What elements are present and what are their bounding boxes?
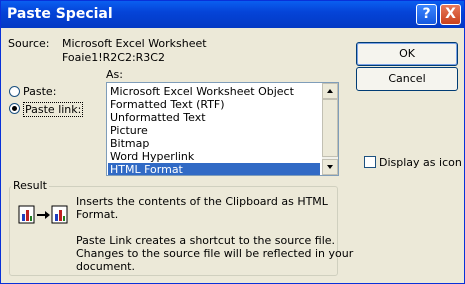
- dialog-title: Paste Special: [7, 6, 113, 22]
- format-listbox[interactable]: Microsoft Excel Worksheet Object Formatt…: [106, 82, 339, 176]
- scroll-thumb[interactable]: [322, 99, 338, 157]
- paste-link-radio-label[interactable]: Paste link:: [23, 102, 84, 117]
- list-item[interactable]: Picture: [108, 124, 320, 137]
- paste-radio[interactable]: [9, 86, 20, 97]
- title-bar[interactable]: Paste Special ? X: [1, 1, 464, 28]
- source-value-line2: Foaie1!R2C2:R3C2: [62, 51, 165, 64]
- paste-link-radio[interactable]: [9, 103, 20, 114]
- result-text-line1: Inserts the contents of the Clipboard as…: [76, 195, 328, 208]
- display-as-icon-label[interactable]: Display as icon: [379, 156, 462, 169]
- list-item[interactable]: Word Hyperlink: [108, 150, 320, 163]
- list-item[interactable]: Formatted Text (RTF): [108, 98, 320, 111]
- arrow-up-icon: [327, 89, 333, 93]
- radio-selected-dot: [12, 106, 17, 111]
- paste-link-icon: [18, 205, 68, 224]
- scroll-up-button[interactable]: [322, 83, 338, 99]
- list-item[interactable]: Unformatted Text: [108, 111, 320, 124]
- result-text-line2: Format.: [76, 208, 119, 221]
- result-text-line5: document.: [76, 260, 135, 273]
- ok-button[interactable]: OK: [356, 42, 458, 66]
- list-item[interactable]: Bitmap: [108, 137, 320, 150]
- cancel-button[interactable]: Cancel: [356, 67, 458, 91]
- display-as-icon-checkbox[interactable]: [364, 156, 376, 168]
- listbox-scrollbar[interactable]: [322, 83, 338, 175]
- paste-radio-label[interactable]: Paste:: [23, 85, 56, 98]
- result-text-line4: Changes to the source file will be refle…: [76, 247, 354, 260]
- list-item-selected[interactable]: HTML Format: [108, 163, 320, 175]
- list-item[interactable]: Microsoft Excel Worksheet Object: [108, 85, 320, 98]
- close-button[interactable]: X: [440, 4, 461, 25]
- source-value-line1: Microsoft Excel Worksheet: [62, 37, 207, 50]
- as-label: As:: [106, 68, 123, 81]
- result-text-line3: Paste Link creates a shortcut to the sou…: [76, 234, 336, 247]
- help-button[interactable]: ?: [416, 4, 437, 25]
- scroll-down-button[interactable]: [322, 159, 338, 175]
- source-label: Source:: [8, 37, 50, 50]
- paste-special-dialog: Paste Special ? X Source: Microsoft Exce…: [0, 0, 465, 284]
- arrow-down-icon: [327, 165, 333, 169]
- result-title: Result: [11, 179, 49, 192]
